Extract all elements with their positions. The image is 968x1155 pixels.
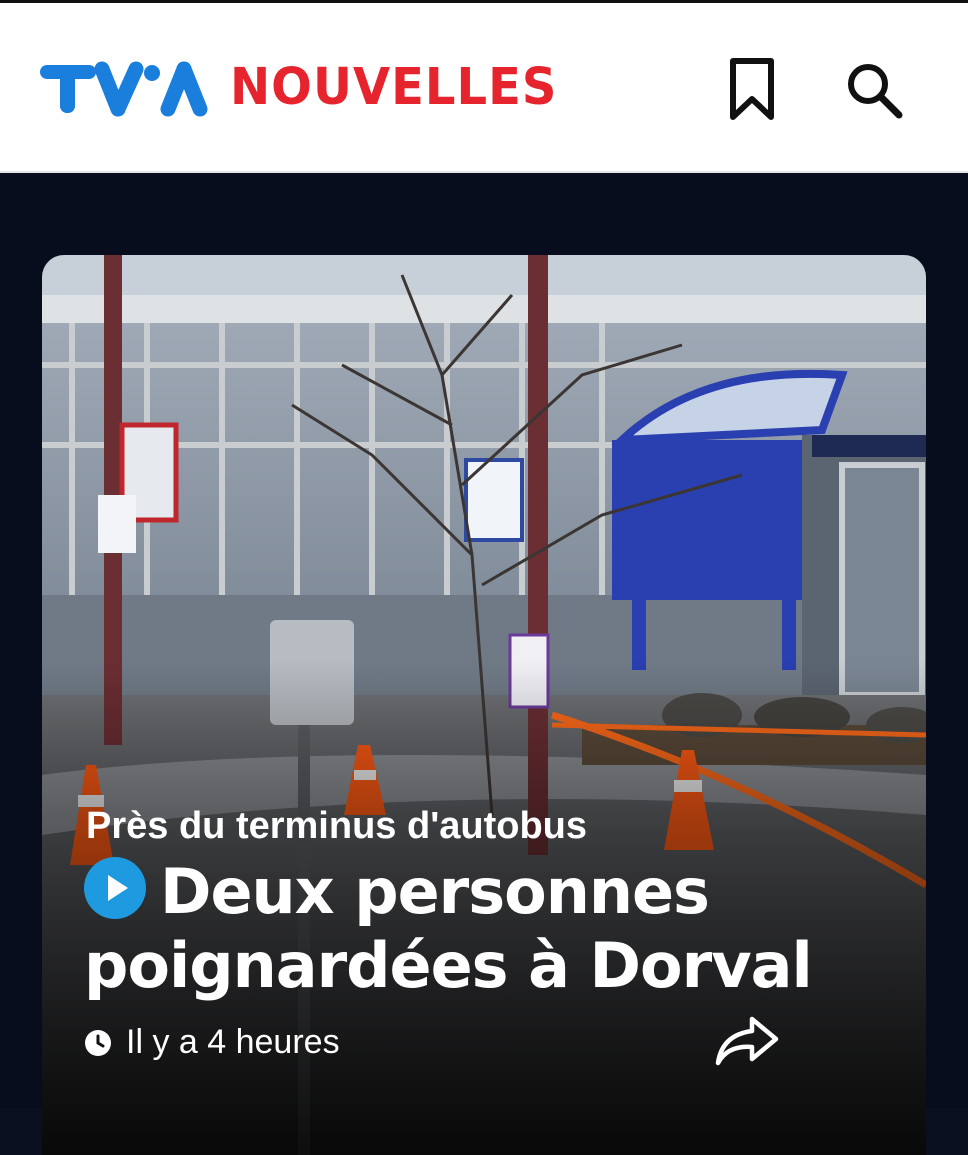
brand-text: NOUVELLES <box>230 57 558 117</box>
play-icon[interactable] <box>84 857 146 919</box>
app-header: NOUVELLES <box>0 3 968 173</box>
photo-overlay <box>42 255 926 1155</box>
news-feed: Près du terminus d'autobus Deux personne… <box>0 175 968 1155</box>
headline-text: Deux personnes poignardées à Dorval <box>84 855 813 1002</box>
clock-icon <box>85 1029 111 1056</box>
article-meta: Il y a 4 heures <box>84 1023 340 1062</box>
search-icon[interactable] <box>842 55 906 125</box>
tva-nouvelles-logo[interactable]: NOUVELLES <box>40 55 557 119</box>
article-headline[interactable]: Deux personnes poignardées à Dorval <box>84 855 884 1003</box>
article-time: Il y a 4 heures <box>126 1023 340 1061</box>
share-icon[interactable] <box>714 1013 780 1069</box>
article-kicker: Près du terminus d'autobus <box>86 805 587 847</box>
featured-article-card[interactable]: Près du terminus d'autobus Deux personne… <box>42 255 926 1155</box>
bookmark-icon[interactable] <box>720 55 784 125</box>
tva-logo-mark <box>40 61 208 117</box>
